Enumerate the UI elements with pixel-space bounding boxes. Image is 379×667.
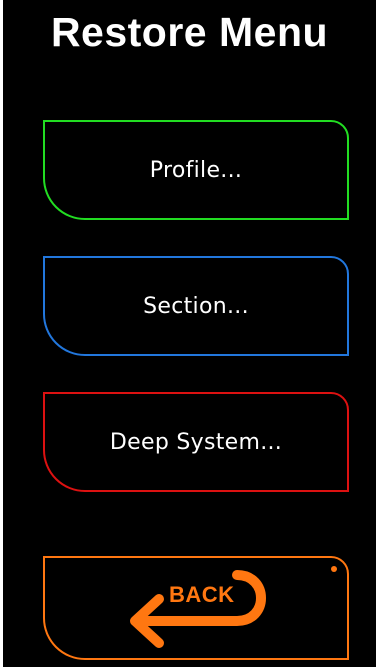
deep-system-button[interactable]: Deep System...: [43, 392, 349, 492]
back-button[interactable]: BACK: [43, 556, 349, 660]
section-button-label: Section...: [143, 293, 249, 319]
restore-menu-screen: Restore Menu Profile... Section... Deep …: [0, 0, 379, 667]
profile-button[interactable]: Profile...: [43, 120, 349, 220]
return-arrow-icon: [130, 570, 266, 648]
back-button-label: BACK: [169, 582, 235, 607]
left-edge-strip: [0, 0, 3, 667]
profile-button-label: Profile...: [149, 157, 243, 183]
indicator-dot: [331, 566, 337, 572]
page-title: Restore Menu: [50, 9, 329, 55]
section-button[interactable]: Section...: [43, 256, 349, 356]
deep-system-button-label: Deep System...: [109, 429, 283, 455]
